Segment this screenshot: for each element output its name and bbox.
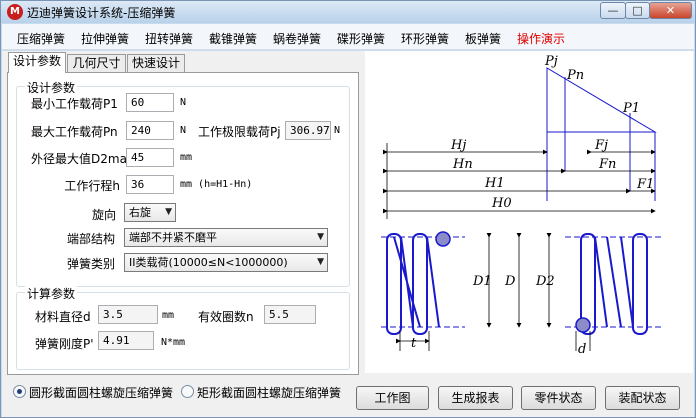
title-bar: M 迈迪弹簧设计系统-压缩弹簧 — □ ✕ — [1, 1, 695, 23]
chevron-down-icon: ▼ — [317, 257, 324, 267]
end-structure-value: 端部不并紧不磨平 — [129, 231, 217, 244]
drawing-button[interactable]: 工作图 — [356, 386, 429, 410]
stiffness-output: 4.91 — [98, 331, 154, 350]
tab-design-params[interactable]: 设计参数 — [8, 52, 66, 73]
maximize-button[interactable]: □ — [625, 2, 650, 19]
close-button[interactable]: ✕ — [649, 2, 692, 19]
menu-torsion-spring[interactable]: 扭转弹簧 — [145, 30, 193, 47]
label-pj: Pj — [544, 54, 558, 69]
menu-extension-spring[interactable]: 拉伸弹簧 — [81, 30, 129, 47]
spring-drawing: Pj Pn P1 Hj Fj Hn Fn H1 F1 H0 D1 D D2 t … — [381, 54, 661, 357]
menu-compression-spring[interactable]: 压缩弹簧 — [17, 30, 65, 47]
tab-quick-design[interactable]: 快速设计 — [127, 54, 185, 73]
active-coils-label: 有效圈数n — [198, 310, 254, 324]
stroke-unit: mm (h=H1-Hn) — [180, 179, 253, 190]
part-state-button[interactable]: 零件状态 — [521, 386, 596, 410]
design-panel: 设计参数 最小工作载荷P1 60 N 最大工作载荷Pn 240 N 工作极限载荷… — [7, 72, 359, 375]
p1-input[interactable]: 60 — [126, 93, 174, 112]
radio-dot[interactable] — [13, 385, 26, 398]
label-pitch: t — [411, 336, 417, 351]
label-fj: Fj — [594, 138, 608, 153]
p1-unit: N — [180, 97, 187, 108]
spring-type-value: II类载荷(10000≤N<1000000) — [129, 256, 288, 269]
report-button[interactable]: 生成报表 — [438, 386, 513, 410]
pn-label: 最大工作载荷Pn — [31, 125, 118, 139]
window-title: 迈迪弹簧设计系统-压缩弹簧 — [27, 6, 176, 20]
label-pn: Pn — [566, 68, 584, 83]
group-title-calc: 计算参数 — [25, 285, 78, 302]
direction-label: 旋向 — [92, 208, 117, 222]
pj-output: 306.97 — [285, 121, 331, 140]
chevron-down-icon: ▼ — [317, 232, 324, 242]
calc-params-group: 计算参数 — [16, 285, 350, 370]
radio-dot[interactable] — [181, 385, 194, 398]
label-wire-d: d — [578, 342, 586, 357]
dimension-lines — [383, 143, 656, 219]
menu-volute-spring[interactable]: 蜗卷弹簧 — [273, 30, 321, 47]
d2-label: 外径最大值D2max — [31, 152, 135, 166]
stiffness-label: 弹簧刚度P' — [35, 337, 94, 351]
active-coils-output: 5.5 — [264, 305, 316, 324]
spring-type-select[interactable]: II类载荷(10000≤N<1000000) ▼ — [124, 253, 328, 272]
label-d: D — [504, 274, 516, 289]
menu-disc-spring[interactable]: 碟形弹簧 — [337, 30, 385, 47]
menu-leaf-spring[interactable]: 板弹簧 — [465, 30, 501, 47]
spring-type-label: 弹簧类别 — [67, 257, 116, 271]
label-h0: H0 — [491, 196, 512, 211]
d2-unit: mm — [180, 152, 193, 163]
label-f1: F1 — [636, 177, 654, 192]
direction-value: 右旋 — [129, 206, 151, 219]
d2-input[interactable]: 45 — [126, 148, 174, 167]
chevron-down-icon: ▼ — [165, 207, 172, 217]
label-hj: Hj — [450, 138, 466, 153]
wire-diameter-output: 3.5 — [98, 305, 158, 324]
menu-bar: 压缩弹簧 拉伸弹簧 扭转弹簧 截锥弹簧 蜗卷弹簧 碟形弹簧 环形弹簧 板弹簧 操… — [2, 24, 694, 50]
wire-diameter-unit: mm — [162, 310, 175, 321]
end-structure-select[interactable]: 端部不并紧不磨平 ▼ — [124, 228, 328, 247]
group-title-design: 设计参数 — [25, 79, 78, 96]
stroke-label: 工作行程h — [64, 179, 120, 193]
label-hn: Hn — [452, 157, 473, 172]
menu-conical-spring[interactable]: 截锥弹簧 — [209, 30, 257, 47]
label-p1: P1 — [622, 101, 640, 116]
radio-label: 矩形截面圆柱螺旋压缩弹簧 — [197, 386, 342, 400]
stiffness-unit: N*mm — [161, 337, 186, 348]
direction-select[interactable]: 右旋 ▼ — [124, 203, 176, 222]
end-structure-label: 端部结构 — [67, 232, 116, 246]
pj-label: 工作极限载荷Pj — [198, 125, 281, 139]
spring-diagram: Pj Pn P1 Hj Fj Hn Fn H1 F1 H0 D1 D D2 t … — [365, 51, 693, 373]
stroke-input[interactable]: 36 — [126, 175, 174, 194]
tab-geometry[interactable]: 几何尺寸 — [67, 54, 126, 73]
left-spring — [381, 231, 465, 335]
app-logo-icon: M — [7, 4, 23, 20]
pj-unit: N — [334, 125, 341, 136]
right-spring — [565, 233, 661, 335]
radio-label: 圆形截面圆柱螺旋压缩弹簧 — [29, 386, 174, 400]
label-h1: H1 — [484, 176, 505, 191]
label-d1: D1 — [472, 274, 492, 289]
label-d2: D2 — [535, 274, 555, 289]
app-window: M 迈迪弹簧设计系统-压缩弹簧 — □ ✕ 压缩弹簧 拉伸弹簧 扭转弹簧 截锥弹… — [0, 0, 696, 418]
pn-input[interactable]: 240 — [126, 121, 174, 140]
minimize-button[interactable]: — — [600, 2, 626, 19]
pn-unit: N — [180, 125, 187, 136]
assembly-state-button[interactable]: 装配状态 — [605, 386, 680, 410]
menu-demo[interactable]: 操作演示 — [517, 30, 565, 47]
wire-diameter-label: 材料直径d — [35, 310, 91, 324]
menu-ring-spring[interactable]: 环形弹簧 — [401, 30, 449, 47]
p1-label: 最小工作载荷P1 — [31, 97, 118, 111]
label-fn: Fn — [598, 157, 616, 172]
